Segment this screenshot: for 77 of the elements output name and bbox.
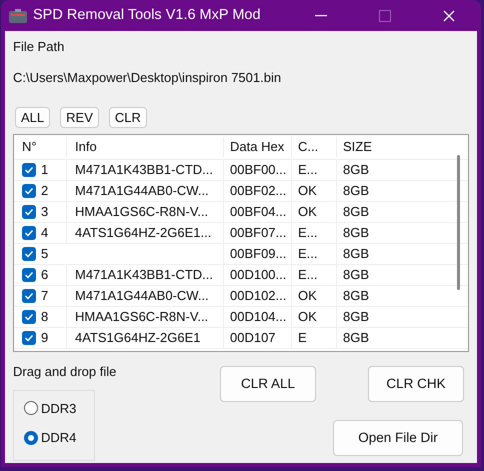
radio-button[interactable]: [24, 401, 38, 416]
radio-option[interactable]: DDR4: [24, 428, 94, 448]
table-cell: OK: [298, 309, 317, 324]
column-header[interactable]: C...: [298, 139, 318, 154]
table-cell: E...: [298, 225, 318, 240]
checkbox[interactable]: [22, 205, 36, 219]
table-cell-text: 9: [41, 329, 48, 348]
table-cell-text: 8: [41, 308, 48, 326]
table-cell: 00D102...: [230, 288, 286, 304]
table-cell: OK: [298, 204, 317, 220]
select-button[interactable]: ALL: [15, 107, 50, 128]
table-cell: E: [298, 330, 307, 346]
checkbox[interactable]: [22, 163, 36, 177]
table-cell: 00BF02...: [230, 183, 286, 198]
checkbox[interactable]: [22, 226, 36, 240]
table-cell: E...: [298, 246, 318, 262]
column-header[interactable]: Info: [75, 139, 97, 154]
file-path-label: File Path: [13, 38, 66, 56]
table-cell: 00BF00...: [230, 162, 286, 178]
checkbox[interactable]: [22, 268, 36, 282]
table-cell: E...: [298, 267, 318, 282]
table-cell: 00D104...: [230, 309, 286, 324]
close-icon: [443, 10, 455, 22]
maximize-icon: [379, 10, 391, 22]
radio-button[interactable]: [24, 430, 38, 445]
table-cell: 00BF09...: [230, 246, 286, 262]
table-cell: 8GB: [343, 309, 370, 324]
checkbox[interactable]: [22, 247, 36, 261]
table-cell: HMAA1GS6C-R8N-V...: [75, 309, 208, 324]
table-cell-text: 1: [41, 161, 48, 180]
action-button[interactable]: Open File Dir: [333, 420, 463, 456]
table-cell: 8GB: [343, 288, 370, 304]
drop-hint: Drag and drop file: [13, 363, 118, 381]
action-button[interactable]: CLR ALL: [220, 366, 316, 402]
table-cell: 00BF07...: [230, 225, 286, 240]
table-cell: 8GB: [343, 330, 370, 346]
table-cell: 8GB: [343, 267, 370, 282]
table-cell: OK: [298, 183, 317, 198]
table-cell-text: 2: [41, 182, 48, 200]
window-title: SPD Removal Tools V1.6 MxP Mod: [33, 6, 262, 25]
table-cell: 8GB: [343, 183, 370, 198]
action-button[interactable]: CLR CHK: [368, 366, 464, 402]
table-cell: 4ATS1G64HZ-2G6E1...: [75, 225, 212, 240]
table-cell: 00BF04...: [230, 204, 286, 220]
checkbox[interactable]: [22, 310, 36, 324]
table-cell-text: 5: [41, 245, 48, 264]
table-cell: 00D107: [230, 330, 276, 346]
table-cell-text: 6: [41, 266, 48, 284]
radio-option[interactable]: DDR3: [24, 398, 94, 418]
table-cell: OK: [298, 288, 317, 304]
table-cell: M471A1K43BB1-CTD...: [75, 267, 214, 282]
table-cell-text: 4: [41, 224, 48, 242]
checkbox[interactable]: [22, 184, 36, 198]
table-cell-text: 7: [41, 287, 48, 306]
select-button[interactable]: REV: [60, 107, 99, 128]
select-button[interactable]: CLR: [108, 107, 147, 128]
column-header[interactable]: Data Hex: [230, 139, 284, 154]
file-path: C:\Users\Maxpower\Desktop\inspiron 7501.bin: [13, 68, 282, 87]
table-cell: M471A1K43BB1-CTD...: [75, 162, 214, 178]
checkbox[interactable]: [22, 331, 36, 345]
table-cell: M471A1G44AB0-CW...: [75, 183, 209, 198]
table-cell: HMAA1GS6C-R8N-V...: [75, 204, 208, 220]
table-cell: 8GB: [343, 225, 370, 240]
minimize-icon: [315, 14, 327, 16]
app-icon: [9, 8, 27, 22]
scrollbar[interactable]: [457, 155, 460, 290]
table-cell: 00D100...: [230, 267, 286, 282]
table-cell: M471A1G44AB0-CW...: [75, 288, 209, 304]
table-cell: 4ATS1G64HZ-2G6E1: [75, 330, 200, 346]
column-header[interactable]: SIZE: [343, 139, 372, 154]
column-header[interactable]: N°: [22, 137, 37, 157]
table-cell: 8GB: [343, 204, 370, 220]
table-cell: 8GB: [343, 162, 370, 178]
table-cell: 8GB: [343, 246, 370, 262]
table-cell-text: 3: [41, 203, 48, 222]
table-cell: E...: [298, 162, 318, 178]
checkbox[interactable]: [22, 289, 36, 303]
